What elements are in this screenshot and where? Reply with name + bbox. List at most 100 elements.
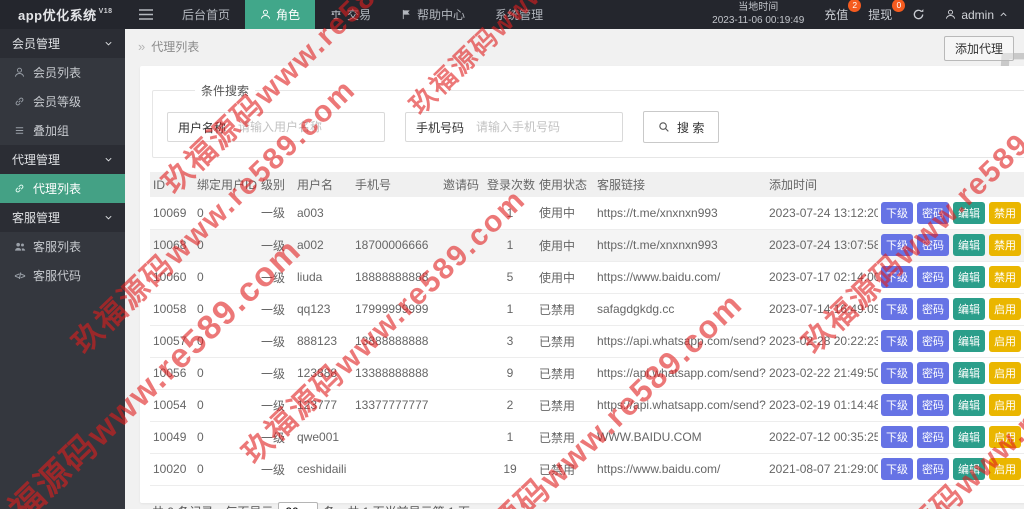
cell-phone: 18700006666 <box>352 229 440 261</box>
cell-invite_code <box>440 389 484 421</box>
edit-button[interactable]: 编辑 <box>953 330 985 352</box>
sidebar-section-agents[interactable]: 代理管理 <box>0 145 125 174</box>
cell-phone <box>352 453 440 485</box>
sub-button[interactable]: 下级 <box>881 362 913 384</box>
nav-item-roles[interactable]: 角色 <box>245 0 315 29</box>
toggle-button[interactable]: 启用 <box>989 394 1021 416</box>
column-header: 手机号 <box>352 172 440 197</box>
cell-status: 已禁用 <box>536 325 594 357</box>
edit-button[interactable]: 编辑 <box>953 426 985 448</box>
sub-button[interactable]: 下级 <box>881 202 913 224</box>
sub-button[interactable]: 下级 <box>881 458 913 480</box>
link-icon <box>13 183 26 194</box>
toggle-button[interactable]: 启用 <box>989 458 1021 480</box>
local-time: 当地时间 2023-11-06 00:19:49 <box>712 2 804 27</box>
edit-button[interactable]: 编辑 <box>953 266 985 288</box>
password-button[interactable]: 密码 <box>917 234 949 256</box>
hamburger-icon[interactable] <box>125 0 167 29</box>
phone-field-group: 手机号码 <box>405 112 623 142</box>
app-logo: app优化系统V18 <box>0 0 125 29</box>
edit-button[interactable]: 编辑 <box>953 362 985 384</box>
column-header: 客服链接 <box>594 172 766 197</box>
password-button[interactable]: 密码 <box>917 426 949 448</box>
toggle-button[interactable]: 启用 <box>989 426 1021 448</box>
sidebar-item-support-list[interactable]: 客服列表 <box>0 232 125 261</box>
sidebar-section-members[interactable]: 会员管理 <box>0 29 125 58</box>
sub-button[interactable]: 下级 <box>881 266 913 288</box>
breadcrumb-current: 代理列表 <box>151 38 199 55</box>
page-size-select[interactable]: 20 <box>278 502 318 509</box>
nav-item-help-center[interactable]: 帮助中心 <box>386 0 480 29</box>
sidebar-item-member-level[interactable]: 会员等级 <box>0 87 125 116</box>
sub-button[interactable]: 下级 <box>881 298 913 320</box>
toggle-button[interactable]: 启用 <box>989 330 1021 352</box>
password-button[interactable]: 密码 <box>917 362 949 384</box>
toggle-button[interactable]: 禁用 <box>989 202 1021 224</box>
password-button[interactable]: 密码 <box>917 458 949 480</box>
edit-button[interactable]: 编辑 <box>953 458 985 480</box>
cell-invite_code <box>440 453 484 485</box>
breadcrumb-arrows-icon: » <box>138 39 145 54</box>
cell-login_count: 19 <box>484 453 536 485</box>
cell-invite_code <box>440 261 484 293</box>
cell-actions: 下级密码编辑禁用删除 <box>878 229 1024 261</box>
edit-button[interactable]: 编辑 <box>953 394 985 416</box>
withdraw-link[interactable]: 提现 0 <box>868 6 892 23</box>
nav-item-trade[interactable]: 交易 <box>315 0 386 29</box>
edit-button[interactable]: 编辑 <box>953 298 985 320</box>
cell-level: 一级 <box>258 421 294 453</box>
sidebar: 会员管理 会员列表 会员等级 叠加组 代理管理 代理列表 客服管理 客服列表 <… <box>0 29 125 509</box>
nav-item-system[interactable]: 系统管理 <box>480 0 558 29</box>
sub-button[interactable]: 下级 <box>881 330 913 352</box>
table-row: 100570一级888123138888888883已禁用https://api… <box>150 325 1024 357</box>
users-icon <box>13 241 26 252</box>
cell-level: 一级 <box>258 229 294 261</box>
password-button[interactable]: 密码 <box>917 266 949 288</box>
cell-phone <box>352 197 440 229</box>
sidebar-item-agent-list[interactable]: 代理列表 <box>0 174 125 203</box>
sidebar-section-support[interactable]: 客服管理 <box>0 203 125 232</box>
cell-id: 10069 <box>150 197 194 229</box>
cell-bind_user_id: 0 <box>194 357 258 389</box>
phone-input[interactable] <box>474 120 622 134</box>
password-button[interactable]: 密码 <box>917 202 949 224</box>
main-content: » 代理列表 5zki 添加代理 条件搜索 用户名称 手机号码 搜 索 <box>125 29 1024 509</box>
cell-link: https://t.me/xnxnxn993 <box>594 229 766 261</box>
cell-status: 已禁用 <box>536 453 594 485</box>
cell-level: 一级 <box>258 261 294 293</box>
refresh-icon[interactable] <box>912 8 925 21</box>
cell-bind_user_id: 0 <box>194 421 258 453</box>
search-button[interactable]: 搜 索 <box>643 111 719 143</box>
cell-bind_user_id: 0 <box>194 197 258 229</box>
pagination-suffix: 条，共 1 页当前显示第 1 页。 <box>323 503 482 509</box>
username-input[interactable] <box>236 120 384 134</box>
cell-status: 已禁用 <box>536 389 594 421</box>
recharge-link[interactable]: 充值 2 <box>824 6 848 23</box>
toggle-button[interactable]: 启用 <box>989 362 1021 384</box>
cell-login_count: 9 <box>484 357 536 389</box>
sidebar-item-stack-group[interactable]: 叠加组 <box>0 116 125 145</box>
edit-button[interactable]: 编辑 <box>953 202 985 224</box>
toggle-button[interactable]: 启用 <box>989 298 1021 320</box>
edit-button[interactable]: 编辑 <box>953 234 985 256</box>
user-menu[interactable]: admin <box>945 8 1008 22</box>
agent-table: ID绑定用户ID级别用户名手机号邀请码登录次数使用状态客服链接添加时间 1006… <box>150 172 1024 486</box>
toggle-button[interactable]: 禁用 <box>989 234 1021 256</box>
sub-button[interactable]: 下级 <box>881 426 913 448</box>
cell-status: 使用中 <box>536 197 594 229</box>
sidebar-item-member-list[interactable]: 会员列表 <box>0 58 125 87</box>
sidebar-item-support-code[interactable]: </> 客服代码 <box>0 261 125 290</box>
password-button[interactable]: 密码 <box>917 330 949 352</box>
breadcrumb: » 代理列表 <box>138 38 199 55</box>
scales-icon <box>330 9 342 20</box>
nav-item-dashboard[interactable]: 后台首页 <box>167 0 245 29</box>
sub-button[interactable]: 下级 <box>881 394 913 416</box>
cell-actions: 下级密码编辑启用删除 <box>878 357 1024 389</box>
password-button[interactable]: 密码 <box>917 298 949 320</box>
chevron-down-icon <box>104 155 113 164</box>
sub-button[interactable]: 下级 <box>881 234 913 256</box>
password-button[interactable]: 密码 <box>917 394 949 416</box>
cell-invite_code <box>440 357 484 389</box>
add-agent-button[interactable]: 添加代理 <box>944 36 1014 61</box>
toggle-button[interactable]: 禁用 <box>989 266 1021 288</box>
